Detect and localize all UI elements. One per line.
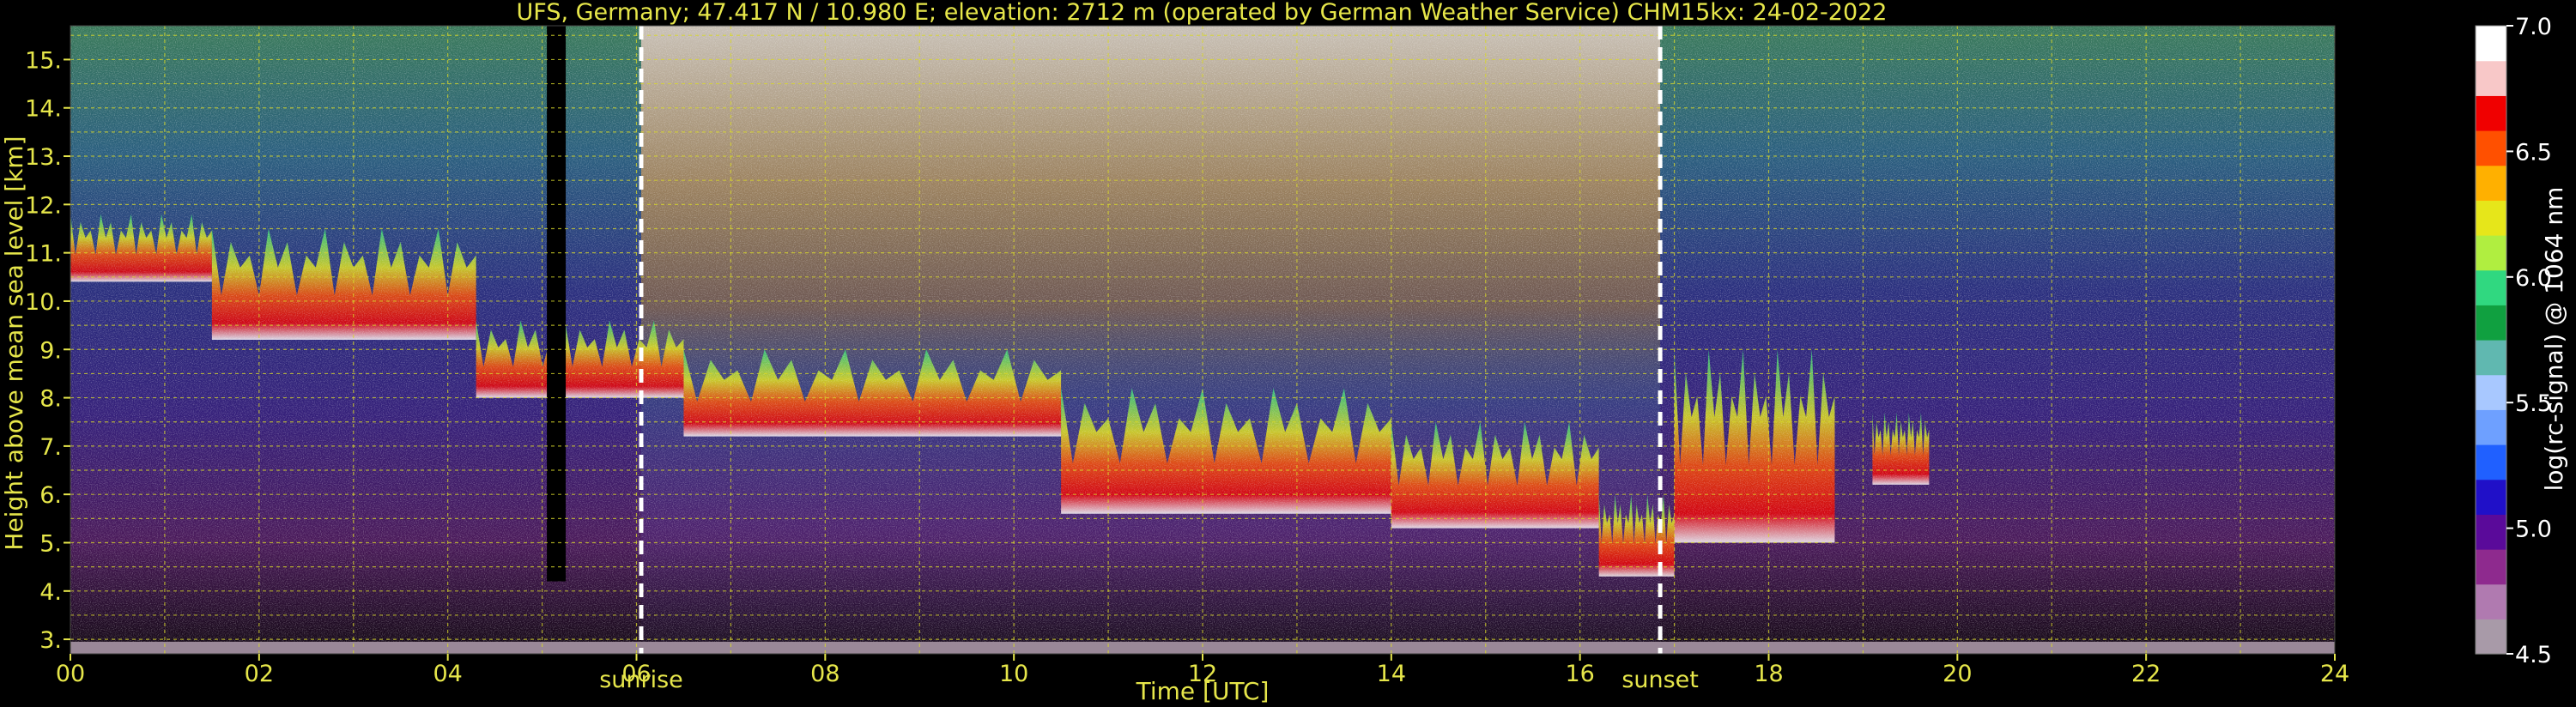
colorbar-segment [2476, 130, 2506, 166]
y-axis-ticks: 3. 4. 5. 6. 7. 8. 9. 10. 11. 12. 13. 14. 15. [25, 47, 70, 654]
x-tick-label: 14 [1377, 661, 1406, 687]
colorbar-segment [2476, 619, 2506, 655]
x-axis-label: Time [UTC] [1136, 677, 1270, 705]
y-tick-label: 4. [39, 579, 62, 606]
signal-noise-texture [70, 26, 2335, 654]
y-tick-label: 5. [39, 530, 62, 557]
colorbar-segment [2476, 305, 2506, 341]
sunrise-label: sunrise [599, 667, 683, 693]
y-tick-label: 3. [39, 627, 62, 654]
x-tick-label: 00 [56, 661, 85, 687]
x-tick-label: 18 [1754, 661, 1783, 687]
chart-title: UFS, Germany; 47.417 N / 10.980 E; eleva… [517, 0, 1888, 26]
colorbar-segment [2476, 340, 2506, 376]
y-tick-label: 9. [39, 337, 62, 364]
x-tick-label: 20 [1943, 661, 1972, 687]
colorbar-segment [2476, 549, 2506, 585]
colorbar-segment [2476, 95, 2506, 131]
x-tick-label: 22 [2131, 661, 2161, 687]
colorbar-segment [2476, 200, 2506, 236]
y-tick-label: 12. [25, 192, 62, 219]
colorbar-tick-label: 4.5 [2515, 642, 2552, 668]
colorbar-segment [2476, 514, 2506, 550]
y-tick-label: 8. [39, 386, 62, 413]
colorbar-segment [2476, 60, 2506, 96]
y-tick-label: 10. [25, 289, 62, 316]
colorbar-segment [2476, 479, 2506, 515]
y-tick-label: 15. [25, 47, 62, 74]
y-tick-label: 6. [39, 482, 62, 509]
x-tick-label: 08 [810, 661, 839, 687]
y-axis-label: Height above mean sea level [km] [0, 136, 28, 550]
y-tick-label: 14. [25, 96, 62, 123]
plot-area [70, 26, 2335, 654]
x-tick-label: 04 [433, 661, 462, 687]
colorbar-tick-label: 7.0 [2515, 14, 2552, 40]
colorbar-segment [2476, 235, 2506, 271]
colorbar-label: log(rc-signal) @ 1064 nm [2540, 187, 2568, 492]
data-gap-strip [547, 26, 567, 582]
ceilometer-chart: 00 02 04 06 08 10 12 14 16 18 20 22 24 3.4.5.6.7.8.9… [0, 0, 2568, 705]
colorbar-segment [2476, 444, 2506, 480]
colorbar-segment [2476, 583, 2506, 619]
sunset-label: sunset [1621, 667, 1699, 693]
colorbar-tick-label: 6.5 [2515, 139, 2552, 166]
colorbar-segment [2476, 374, 2506, 410]
x-tick-label: 16 [1565, 661, 1594, 687]
colorbar [2475, 25, 2507, 655]
colorbar-segment [2476, 165, 2506, 201]
x-tick-label: 24 [2320, 661, 2349, 687]
y-tick-label: 11. [25, 241, 62, 268]
colorbar-segment [2476, 269, 2506, 305]
x-tick-label: 10 [999, 661, 1028, 687]
colorbar-tick-label: 5.0 [2515, 517, 2552, 543]
colorbar-segment [2476, 26, 2506, 62]
colorbar-segment [2476, 409, 2506, 445]
y-tick-label: 13. [25, 144, 62, 171]
x-tick-label: 02 [245, 661, 274, 687]
y-tick-label: 7. [39, 434, 62, 461]
